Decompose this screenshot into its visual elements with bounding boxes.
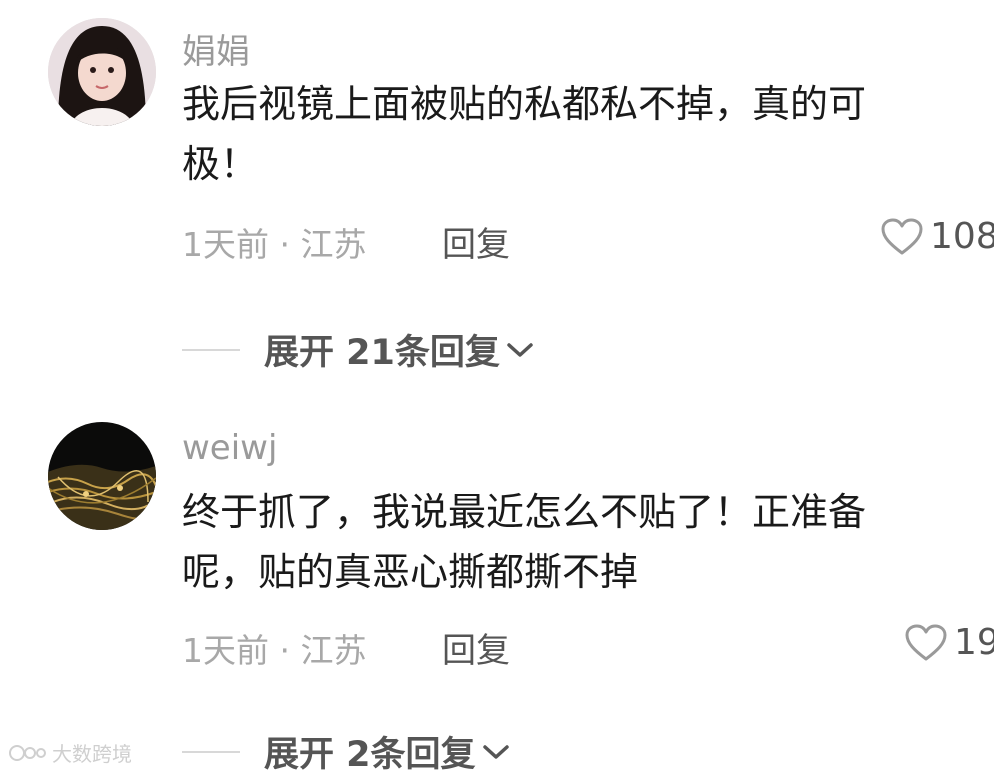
comment-time-location: 1天前 · 江苏 — [182, 631, 367, 670]
comment-text-line: 呢，贴的真恶心撕都撕不掉 — [182, 550, 639, 594]
avatar[interactable] — [48, 18, 156, 126]
username[interactable]: weiwj — [182, 428, 277, 468]
watermark-text: 大数跨境 — [52, 742, 132, 766]
like-count: 19 — [954, 622, 994, 663]
chevron-down-icon — [482, 744, 509, 759]
divider-line — [182, 750, 240, 753]
like-button[interactable]: 108 — [880, 216, 994, 257]
comment-time-location: 1天前 · 江苏 — [182, 225, 367, 264]
comment-item: 娟娟 我后视镜上面被贴的私都私不掉，真的可 极！ 1天前 · 江苏 回复 108… — [0, 0, 994, 390]
comment-text-line: 终于抓了，我说最近怎么不贴了！正准备 — [182, 490, 867, 534]
expand-replies-label: 展开 21条回复 — [264, 333, 500, 373]
expand-replies-button[interactable]: 展开 21条回复 — [182, 324, 534, 375]
username[interactable]: 娟娟 — [182, 24, 250, 73]
heart-outline-icon — [881, 218, 923, 254]
reply-button[interactable]: 回复 — [442, 217, 510, 266]
avatar-image — [48, 18, 156, 126]
chevron-down-icon — [507, 342, 533, 357]
watermark: 大数跨境 — [8, 738, 132, 767]
comment-text-line: 极！ — [182, 142, 259, 186]
like-button[interactable]: 19 — [904, 622, 994, 663]
comment-text: 终于抓了，我说最近怎么不贴了！正准备 呢，贴的真恶心撕都撕不掉 — [182, 482, 994, 602]
expand-replies-button[interactable]: 展开 2条回复 — [182, 726, 510, 773]
avatar[interactable] — [48, 422, 156, 530]
divider-line — [182, 348, 240, 351]
like-count: 108 — [930, 216, 994, 257]
watermark-logo-icon — [9, 744, 46, 761]
expand-replies-label: 展开 2条回复 — [264, 735, 476, 773]
reply-button[interactable]: 回复 — [442, 623, 510, 672]
comment-text: 我后视镜上面被贴的私都私不掉，真的可 极！ — [182, 74, 994, 194]
comment-item: weiwj 终于抓了，我说最近怎么不贴了！正准备 呢，贴的真恶心撕都撕不掉 1天… — [0, 400, 994, 773]
avatar-image — [48, 422, 156, 530]
comment-text-line: 我后视镜上面被贴的私都私不掉，真的可 — [182, 82, 867, 126]
heart-outline-icon — [905, 624, 947, 660]
